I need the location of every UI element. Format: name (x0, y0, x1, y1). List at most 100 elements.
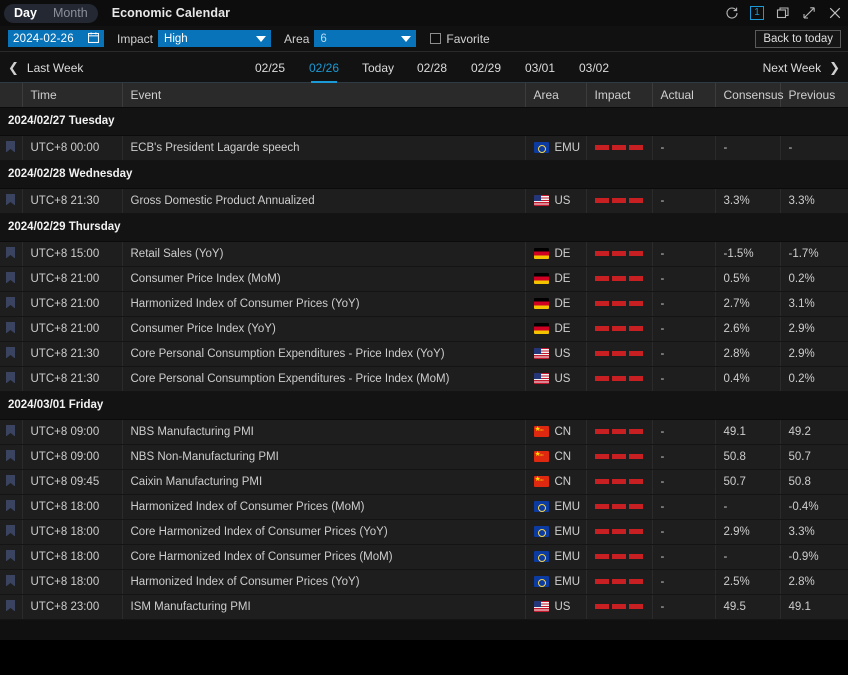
column-header-previous[interactable]: Previous (780, 83, 848, 107)
table-row[interactable]: UTC+8 21:00Consumer Price Index (YoY)DE-… (0, 316, 848, 341)
page-count-badge[interactable]: 1 (750, 6, 764, 20)
cell-time: UTC+8 18:00 (22, 544, 122, 569)
row-bookmark-cell[interactable] (0, 544, 22, 569)
row-bookmark-cell[interactable] (0, 188, 22, 213)
bookmark-icon[interactable] (6, 450, 15, 464)
impact-bar (595, 326, 609, 331)
bookmark-icon[interactable] (6, 475, 15, 489)
row-bookmark-cell[interactable] (0, 316, 22, 341)
view-mode-day[interactable]: Day (6, 5, 45, 22)
table-row[interactable]: UTC+8 21:30Core Personal Consumption Exp… (0, 341, 848, 366)
restore-window-icon[interactable] (775, 6, 790, 21)
date-picker[interactable]: 2024-02-26 (8, 30, 104, 47)
bookmark-icon[interactable] (6, 141, 15, 155)
bookmark-icon[interactable] (6, 297, 15, 311)
cell-event: NBS Manufacturing PMI (122, 419, 525, 444)
day-tab-02-28[interactable]: 02/28 (405, 52, 459, 83)
chevron-left-icon: ❮ (8, 61, 19, 74)
impact-filter-select[interactable]: High (158, 30, 271, 47)
last-week-button[interactable]: ❮ Last Week (8, 52, 83, 83)
column-header-bookmark[interactable] (0, 83, 22, 107)
table-row[interactable]: UTC+8 09:00NBS Non-Manufacturing PMICN-5… (0, 444, 848, 469)
impact-bar (612, 276, 626, 281)
next-week-button[interactable]: Next Week ❯ (763, 52, 840, 83)
view-mode-toggle[interactable]: Day Month (4, 4, 98, 23)
calendar-table-container[interactable]: Time Event Area Impact Actual Consensus … (0, 83, 848, 640)
favorite-checkbox[interactable]: Favorite (430, 32, 489, 46)
back-to-today-button[interactable]: Back to today (755, 30, 841, 48)
row-bookmark-cell[interactable] (0, 135, 22, 160)
row-bookmark-cell[interactable] (0, 241, 22, 266)
row-bookmark-cell[interactable] (0, 444, 22, 469)
bookmark-icon[interactable] (6, 575, 15, 589)
table-row[interactable]: UTC+8 18:00Harmonized Index of Consumer … (0, 569, 848, 594)
bookmark-icon[interactable] (6, 600, 15, 614)
day-tab-03-01[interactable]: 03/01 (513, 52, 567, 83)
table-row[interactable]: UTC+8 09:00NBS Manufacturing PMICN-49.14… (0, 419, 848, 444)
cell-actual: - (652, 419, 715, 444)
day-tab-02-29[interactable]: 02/29 (459, 52, 513, 83)
table-row[interactable]: UTC+8 23:00ISM Manufacturing PMIUS-49.54… (0, 594, 848, 619)
table-row[interactable]: UTC+8 15:00Retail Sales (YoY)DE--1.5%-1.… (0, 241, 848, 266)
column-header-area[interactable]: Area (525, 83, 586, 107)
refresh-icon[interactable] (724, 6, 739, 21)
row-bookmark-cell[interactable] (0, 594, 22, 619)
column-header-impact[interactable]: Impact (586, 83, 652, 107)
row-bookmark-cell[interactable] (0, 519, 22, 544)
day-tab-03-02[interactable]: 03/02 (567, 52, 621, 83)
row-bookmark-cell[interactable] (0, 341, 22, 366)
row-bookmark-cell[interactable] (0, 469, 22, 494)
bookmark-icon[interactable] (6, 550, 15, 564)
expand-icon[interactable] (801, 6, 816, 21)
column-header-event[interactable]: Event (122, 83, 525, 107)
bookmark-icon[interactable] (6, 322, 15, 336)
day-tab-02-26[interactable]: 02/26 (297, 52, 351, 83)
bookmark-icon[interactable] (6, 347, 15, 361)
table-row[interactable]: UTC+8 09:45Caixin Manufacturing PMICN-50… (0, 469, 848, 494)
table-row[interactable]: UTC+8 18:00Core Harmonized Index of Cons… (0, 544, 848, 569)
bookmark-icon[interactable] (6, 372, 15, 386)
impact-bar (629, 604, 643, 609)
bookmark-icon[interactable] (6, 194, 15, 208)
bookmark-icon[interactable] (6, 247, 15, 261)
row-bookmark-cell[interactable] (0, 366, 22, 391)
bookmark-icon[interactable] (6, 500, 15, 514)
cell-consensus: -1.5% (715, 241, 780, 266)
bookmark-icon[interactable] (6, 425, 15, 439)
cell-event: Retail Sales (YoY) (122, 241, 525, 266)
area-filter-select[interactable]: 6 (314, 30, 416, 47)
flag-us (534, 348, 549, 359)
day-tab-02-25[interactable]: 02/25 (243, 52, 297, 83)
cell-time: UTC+8 15:00 (22, 241, 122, 266)
row-bookmark-cell[interactable] (0, 494, 22, 519)
row-bookmark-cell[interactable] (0, 291, 22, 316)
table-header: Time Event Area Impact Actual Consensus … (0, 83, 848, 107)
row-bookmark-cell[interactable] (0, 266, 22, 291)
cell-area: EMU (525, 135, 586, 160)
close-icon[interactable] (827, 6, 842, 21)
column-header-consensus[interactable]: Consensus (715, 83, 780, 107)
table-row[interactable]: UTC+8 21:00Harmonized Index of Consumer … (0, 291, 848, 316)
bookmark-icon[interactable] (6, 272, 15, 286)
table-row[interactable]: UTC+8 21:00Consumer Price Index (MoM)DE-… (0, 266, 848, 291)
column-header-time[interactable]: Time (22, 83, 122, 107)
table-row[interactable]: UTC+8 00:00ECB's President Lagarde speec… (0, 135, 848, 160)
table-row[interactable]: UTC+8 18:00Harmonized Index of Consumer … (0, 494, 848, 519)
day-tab-today[interactable]: Today (351, 52, 405, 83)
row-bookmark-cell[interactable] (0, 419, 22, 444)
impact-bar (612, 454, 626, 459)
bookmark-icon[interactable] (6, 525, 15, 539)
cell-event: Core Personal Consumption Expenditures -… (122, 366, 525, 391)
table-row[interactable]: UTC+8 21:30Gross Domestic Product Annual… (0, 188, 848, 213)
table-row[interactable]: UTC+8 21:30Core Personal Consumption Exp… (0, 366, 848, 391)
view-mode-month[interactable]: Month (45, 5, 96, 22)
column-header-actual[interactable]: Actual (652, 83, 715, 107)
table-row[interactable]: UTC+8 18:00Core Harmonized Index of Cons… (0, 519, 848, 544)
impact-bar (629, 554, 643, 559)
impact-bar (612, 554, 626, 559)
cell-previous: 0.2% (780, 266, 848, 291)
impact-rating (595, 470, 652, 494)
cell-actual: - (652, 366, 715, 391)
row-bookmark-cell[interactable] (0, 569, 22, 594)
impact-bar (629, 301, 643, 306)
